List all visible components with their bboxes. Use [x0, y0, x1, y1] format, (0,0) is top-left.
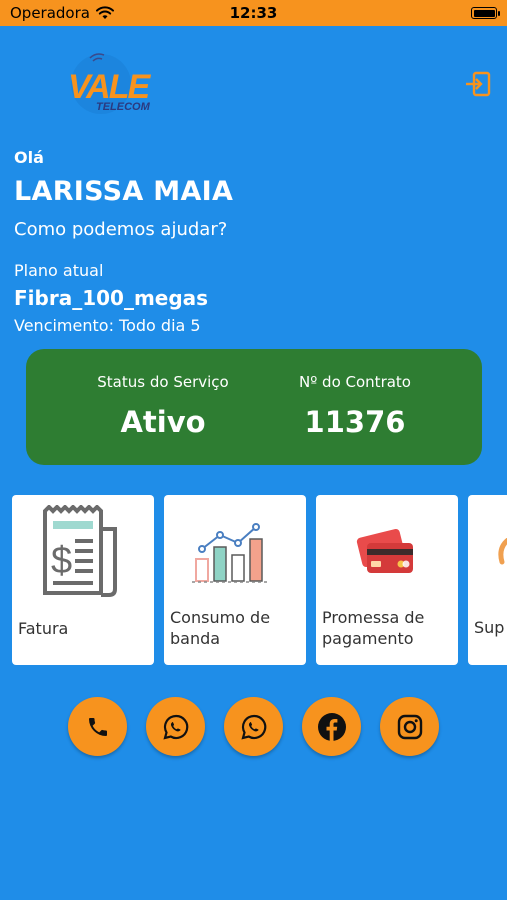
status-bar-left: Operadora [10, 4, 114, 22]
whatsapp-button[interactable] [146, 697, 205, 756]
svg-text:TELECOM: TELECOM [96, 101, 151, 113]
whatsapp-icon [240, 714, 266, 740]
wifi-icon [95, 6, 114, 19]
battery-icon [471, 7, 500, 19]
phone-button[interactable] [68, 697, 127, 756]
service-status-column: Status do Serviço Ativo [78, 349, 248, 439]
plan-name: Fibra_100_megas [14, 286, 209, 310]
tile-label: Consumo de banda [170, 608, 271, 648]
contract-number-label: Nº do Contrato [299, 373, 411, 391]
invoice-icon: $ [43, 505, 117, 597]
whatsapp-icon [162, 714, 188, 740]
service-status-card: Status do Serviço Ativo Nº do Contrato 1… [26, 349, 482, 465]
phone-icon [88, 717, 107, 736]
service-status-value: Ativo [120, 405, 206, 439]
tile-label: Promessa de pagamento [322, 608, 425, 648]
contact-buttons [0, 697, 507, 757]
feature-tiles-carousel[interactable]: $ Fatura Consumo de banda Promessa de pa… [0, 495, 507, 665]
service-status-label: Status do Serviço [97, 373, 229, 391]
carrier-label: Operadora [10, 4, 90, 22]
facebook-button[interactable] [302, 697, 361, 756]
instagram-icon [397, 714, 422, 739]
facebook-icon [317, 712, 346, 741]
tile-promessa-de-pagamento[interactable]: Promessa de pagamento [316, 495, 458, 665]
tile-consumo-de-banda[interactable]: Consumo de banda [164, 495, 306, 665]
tile-suporte[interactable]: Sup [468, 495, 507, 665]
plan-label: Plano atual [14, 261, 104, 280]
help-prompt: Como podemos ajudar? [14, 219, 228, 240]
credit-card-icon [356, 528, 413, 573]
tile-fatura[interactable]: $ Fatura [12, 495, 154, 665]
tile-label: Sup [474, 618, 505, 637]
logout-icon[interactable] [464, 70, 492, 98]
user-name: LARISSA MAIA [14, 176, 234, 207]
greeting-text: Olá [14, 148, 44, 167]
contract-number-value: 11376 [304, 405, 406, 439]
bar-chart-icon [192, 523, 270, 583]
status-bar: Operadora 12:33 [0, 0, 507, 26]
whatsapp-button[interactable] [224, 697, 283, 756]
contract-number-column: Nº do Contrato 11376 [270, 349, 440, 439]
tile-label: Fatura [18, 619, 69, 638]
svg-text:$: $ [51, 540, 72, 582]
vale-telecom-logo: VALE TELECOM [68, 53, 153, 114]
due-date-text: Vencimento: Todo dia 5 [14, 316, 201, 335]
instagram-button[interactable] [380, 697, 439, 756]
support-icon [498, 538, 507, 565]
